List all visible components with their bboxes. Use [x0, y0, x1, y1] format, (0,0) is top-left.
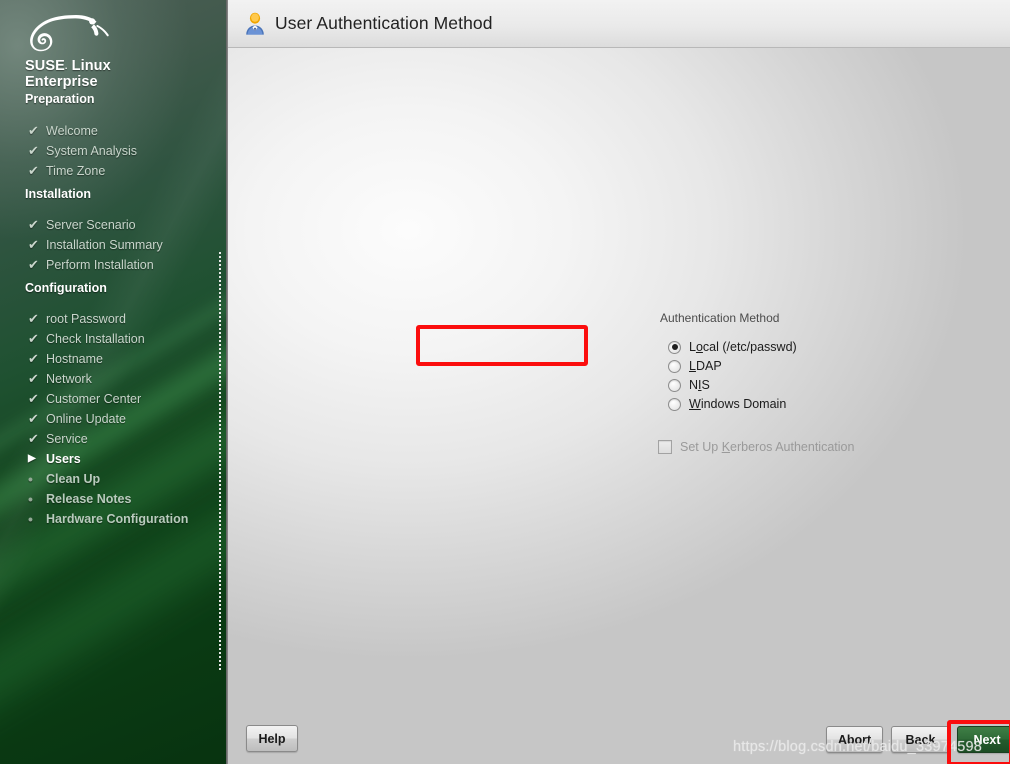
sidebar-item-label: Release Notes — [46, 492, 132, 506]
sidebar-item-label: Welcome — [46, 124, 98, 138]
bullet-icon: • — [28, 490, 33, 507]
sidebar-item-label: Network — [46, 372, 92, 386]
check-icon: ✔ — [28, 217, 39, 232]
sidebar-item-hardware-configuration[interactable]: • Hardware Configuration — [28, 511, 188, 527]
sidebar-item-check-installation[interactable]: ✔ Check Installation — [28, 331, 145, 347]
page-header: User Authentication Method — [228, 0, 1010, 48]
sidebar-item-label: Perform Installation — [46, 258, 154, 272]
sidebar-item-label: Time Zone — [46, 164, 106, 178]
sidebar-item-label: Hardware Configuration — [46, 512, 189, 526]
brand-linux: Linux — [67, 58, 111, 74]
kerberos-checkbox-row: Set Up Kerberos Authentication — [658, 440, 854, 454]
sidebar-item-label: Hostname — [46, 352, 103, 366]
sidebar-item-root-password[interactable]: ✔ root Password — [28, 311, 126, 327]
check-icon: ✔ — [28, 431, 39, 446]
main-content-pane: User Authentication Method Authenticatio… — [228, 0, 1010, 764]
nav-section-preparation: Preparation — [25, 92, 95, 106]
sidebar-item-label: Online Update — [46, 412, 126, 426]
sidebar-item-users[interactable]: ▶ Users — [28, 451, 81, 467]
radio-button[interactable] — [668, 340, 681, 354]
sidebar-item-label: Users — [46, 452, 81, 466]
installer-sidebar: SUSE. Linux Enterprise Preparation ✔ Wel… — [0, 0, 226, 764]
check-icon: ✔ — [28, 143, 39, 158]
check-icon: ✔ — [28, 163, 39, 178]
radio-button[interactable] — [668, 359, 681, 373]
sidebar-item-release-notes[interactable]: • Release Notes — [28, 491, 131, 507]
brand-name: SUSE. Linux Enterprise — [25, 58, 111, 90]
watermark-text: https://blog.csdn.net/baidu_33974598 — [733, 739, 983, 755]
kerberos-checkbox-label: Set Up Kerberos Authentication — [680, 440, 855, 454]
radio-label: Windows Domain — [689, 397, 787, 411]
check-icon: ✔ — [28, 331, 39, 346]
radio-label: Local (/etc/passwd) — [689, 340, 797, 354]
sidebar-item-welcome[interactable]: ✔ Welcome — [28, 123, 98, 139]
sidebar-item-network[interactable]: ✔ Network — [28, 371, 92, 387]
radio-option-nis[interactable]: NIS — [668, 377, 710, 393]
check-icon: ✔ — [28, 351, 39, 366]
checkbox — [658, 440, 672, 454]
check-icon: ✔ — [28, 237, 39, 252]
radio-button[interactable] — [668, 397, 681, 411]
triangle-right-icon: ▶ — [28, 453, 36, 464]
radio-label: NIS — [689, 378, 710, 392]
radio-option-ldap[interactable]: LDAP — [668, 358, 722, 374]
radio-label: LDAP — [689, 359, 722, 373]
nav-section-configuration: Configuration — [25, 281, 107, 295]
sidebar-item-installation-summary[interactable]: ✔ Installation Summary — [28, 237, 163, 253]
radio-button[interactable] — [668, 378, 681, 392]
sidebar-item-service[interactable]: ✔ Service — [28, 431, 88, 447]
sidebar-item-server-scenario[interactable]: ✔ Server Scenario — [28, 217, 136, 233]
bullet-icon: • — [28, 510, 33, 527]
installer-window: SUSE. Linux Enterprise Preparation ✔ Wel… — [0, 0, 1010, 764]
sidebar-item-label: Customer Center — [46, 392, 142, 406]
sidebar-item-label: Server Scenario — [46, 218, 136, 232]
sidebar-divider — [226, 0, 228, 764]
user-icon — [246, 12, 264, 35]
sidebar-item-label: root Password — [46, 312, 126, 326]
group-label: Authentication Method — [660, 311, 780, 325]
sidebar-focus-indicator — [219, 252, 221, 670]
sidebar-item-hostname[interactable]: ✔ Hostname — [28, 351, 103, 367]
help-button[interactable]: Help — [246, 725, 298, 752]
sidebar-item-customer-center[interactable]: ✔ Customer Center — [28, 391, 141, 407]
suse-chameleon-logo — [30, 15, 109, 52]
check-icon: ✔ — [28, 123, 39, 138]
sidebar-item-clean-up[interactable]: • Clean Up — [28, 471, 100, 487]
sidebar-item-label: Clean Up — [46, 472, 101, 486]
check-icon: ✔ — [28, 371, 39, 386]
sidebar-item-system-analysis[interactable]: ✔ System Analysis — [28, 143, 137, 159]
sidebar-item-perform-installation[interactable]: ✔ Perform Installation — [28, 257, 154, 273]
sidebar-item-label: Check Installation — [46, 332, 145, 346]
sidebar-item-label: System Analysis — [46, 144, 138, 158]
check-icon: ✔ — [28, 411, 39, 426]
radio-option-windows-domain[interactable]: Windows Domain — [668, 396, 786, 412]
bullet-icon: • — [28, 470, 33, 487]
sidebar-item-time-zone[interactable]: ✔ Time Zone — [28, 163, 105, 179]
nav-section-installation: Installation — [25, 187, 91, 201]
radio-option-local[interactable]: Local (/etc/passwd) — [668, 339, 797, 355]
sidebar-item-label: Installation Summary — [46, 238, 163, 252]
sidebar-item-label: Service — [46, 432, 88, 446]
brand-enterprise: Enterprise — [25, 73, 98, 90]
brand-suse: SUSE — [25, 58, 65, 74]
check-icon: ✔ — [28, 257, 39, 272]
page-title: User Authentication Method — [275, 13, 493, 33]
sidebar-item-online-update[interactable]: ✔ Online Update — [28, 411, 126, 427]
check-icon: ✔ — [28, 391, 39, 406]
check-icon: ✔ — [28, 311, 39, 326]
